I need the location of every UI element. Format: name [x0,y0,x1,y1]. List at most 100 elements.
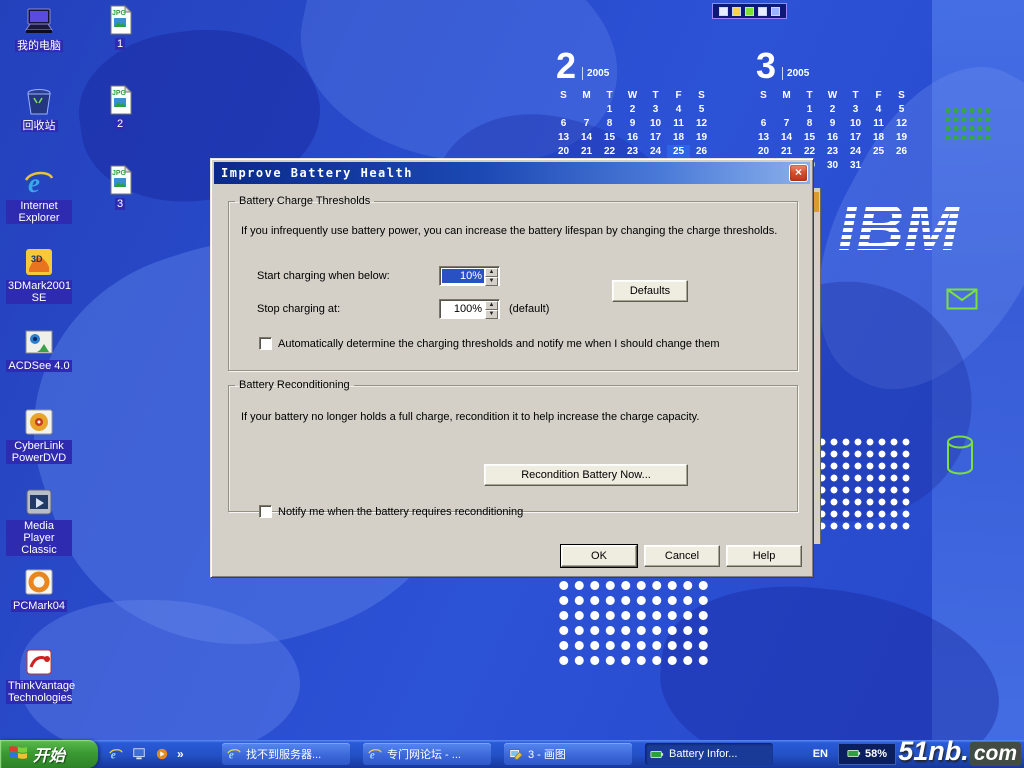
calendar-date: 16 [621,131,644,145]
desktop-icon-label: CyberLink PowerDVD [6,440,72,464]
ok-button[interactable]: OK [561,545,637,567]
taskbar-task-2[interactable]: e专门网论坛 - ... [363,743,491,765]
media-player-icon[interactable] [154,746,170,762]
calendar-date: 8 [598,117,621,131]
calendar-month-number: 2 [556,50,576,82]
green-dots-pattern [944,106,992,144]
volume-icon[interactable] [745,7,754,16]
spin-down-icon[interactable]: ▼ [485,277,498,286]
calendar-day-header: F [667,89,690,103]
ibm-logo: IBM [838,186,978,271]
start-threshold-value[interactable]: 10% [442,269,484,283]
start-threshold-spinner[interactable]: 10% ▲▼ [439,266,500,286]
desktop-icon-recycle-bin[interactable]: 回收站 [5,86,73,166]
desktop-icon-acdsee[interactable]: ACDSee 4.0 [5,326,73,406]
stop-threshold-value[interactable]: 100% [442,302,484,316]
halftone-dots-pattern [556,578,712,668]
paint-icon [509,747,524,762]
spinner-arrows[interactable]: ▲▼ [485,301,498,317]
start-button[interactable]: 开始 [0,740,98,768]
taskbar-task-1[interactable]: e找不到服务器... [222,743,350,765]
calendar-date: 10 [844,117,867,131]
notify-recondition-checkbox-label[interactable]: Notify me when the battery requires reco… [278,506,523,518]
keyboard-icon[interactable] [771,7,780,16]
desktop-icon-mpc[interactable]: Media Player Classic [5,486,73,566]
envelope-icon [946,288,978,315]
desktop-icon-label: 2 [115,118,125,130]
desktop-icon-jpg[interactable]: JPG2 [86,84,154,164]
battery-indicator[interactable]: 58% [838,743,896,765]
pen-icon[interactable] [732,7,741,16]
defaults-button[interactable]: Defaults [612,280,688,302]
dialog-title: Improve Battery Health [221,166,413,180]
notify-recondition-checkbox[interactable] [259,505,272,518]
stop-charging-label: Stop charging at: [257,303,340,315]
desktop-icon-my-computer[interactable]: 我的电脑 [5,6,73,86]
calendar-date: 19 [690,131,713,145]
calendar-date: 11 [867,117,890,131]
spin-up-icon[interactable]: ▲ [485,301,498,310]
taskbar-tasks: e找不到服务器...e专门网论坛 - ...3 - 画图Battery Info… [222,743,773,765]
calendar-month-number: 3 [756,50,776,82]
calendar-date: 20 [552,145,575,159]
mpc-icon [23,486,55,518]
calendar-date: 14 [775,131,798,145]
spin-down-icon[interactable]: ▼ [485,310,498,319]
dialog-titlebar[interactable]: Improve Battery Health × [214,162,810,184]
calendar-day-header: M [775,89,798,103]
recondition-battery-now-button[interactable]: Recondition Battery Now... [484,464,688,486]
show-desktop-icon[interactable] [131,746,147,762]
calendar-day-header: W [821,89,844,103]
calendar-date: 16 [821,131,844,145]
calendar-date: 4 [867,103,890,117]
clipboard-icon[interactable] [758,7,767,16]
taskbar-task-4[interactable]: Battery Infor... [645,743,773,765]
phone-icon[interactable] [719,7,728,16]
desktop-icon-jpg[interactable]: JPG1 [86,4,154,84]
jpg-icon: JPG [104,164,136,196]
quick-launch-overflow-chevron[interactable]: » [177,747,184,761]
calendar-date: 3 [644,103,667,117]
calendar-date: 24 [644,145,667,159]
desktop: IBM 22005SMTWTFS123456789101112131415161… [0,0,1024,768]
auto-determine-checkbox-label[interactable]: Automatically determine the charging thr… [278,338,719,350]
stop-threshold-spinner[interactable]: 100% ▲▼ [439,299,500,319]
calendar-date: 30 [821,159,844,173]
desktop-icon-pcmark[interactable]: PCMark04 [5,566,73,646]
auto-determine-checkbox-row: Automatically determine the charging thr… [259,337,719,350]
watermark-suffix: com [970,742,1021,766]
calendar-date: 17 [844,131,867,145]
calendar-day-header: S [752,89,775,103]
desktop-icon-thinkvantage[interactable]: ThinkVantage Technologies [5,646,73,726]
spin-up-icon[interactable]: ▲ [485,268,498,277]
spinner-arrows[interactable]: ▲▼ [485,268,498,284]
taskbar-task-label: Battery Infor... [669,748,737,760]
desktop-icon-powerdvd[interactable]: CyberLink PowerDVD [5,406,73,486]
calendar-date: 18 [667,131,690,145]
help-button[interactable]: Help [726,545,802,567]
close-button[interactable]: × [789,164,808,182]
calendar-date: 13 [752,131,775,145]
taskbar-task-label: 专门网论坛 - ... [387,746,461,762]
close-icon: × [795,165,802,179]
calendar-date: 15 [598,131,621,145]
windows-logo-icon [8,743,28,766]
desktop-icon-jpg[interactable]: JPG3 [86,164,154,244]
taskbar-task-3[interactable]: 3 - 画图 [504,743,632,765]
calendar-date [775,103,798,117]
calendar-date: 26 [690,145,713,159]
my-computer-icon [23,6,55,38]
floating-toolbar[interactable] [712,3,787,19]
desktop-icon-label: Internet Explorer [6,200,72,224]
language-indicator[interactable]: EN [813,748,828,760]
internet-explorer-icon: e [227,747,242,762]
calendar-date: 26 [890,145,913,159]
internet-explorer-icon[interactable]: e [108,746,124,762]
desktop-icon-3dmark[interactable]: 3D3DMark2001 SE [5,246,73,326]
auto-determine-checkbox[interactable] [259,337,272,350]
desktop-icon-ie[interactable]: eInternet Explorer [5,166,73,246]
battery-percent: 58% [865,748,887,760]
calendar-date: 12 [890,117,913,131]
calendar-day-header: T [844,89,867,103]
cancel-button[interactable]: Cancel [644,545,720,567]
